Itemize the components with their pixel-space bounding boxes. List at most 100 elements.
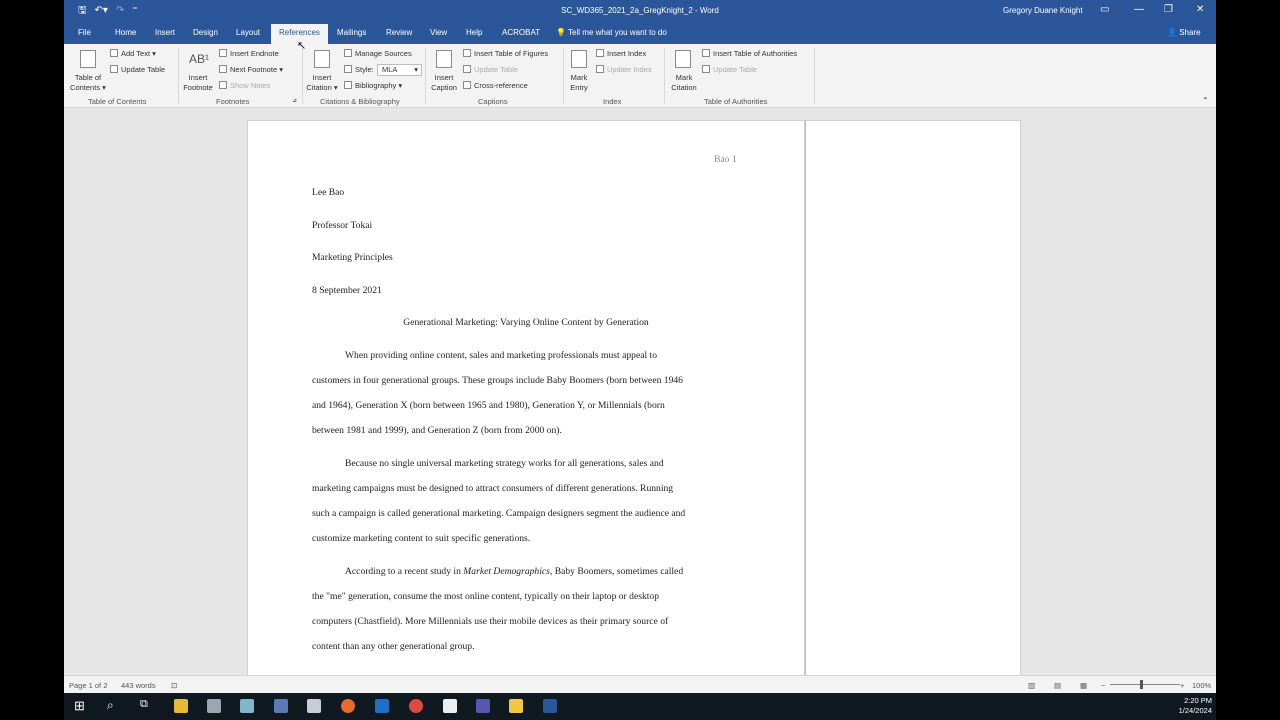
user-name[interactable]: Gregory Duane Knight: [1003, 6, 1083, 15]
search-icon[interactable]: ⌕: [107, 698, 114, 713]
insert-citation-button[interactable]: Insert Citation ▾: [304, 73, 340, 93]
screen: 🖫 ↶▾ ↷ ⁼ SC_WD365_2021_2a_GregKnight_2 -…: [0, 0, 1280, 720]
zoom-level[interactable]: 100%: [1192, 681, 1211, 690]
page-header: Bao 1: [714, 154, 737, 165]
app-icon[interactable]: [274, 699, 288, 713]
show-notes-button[interactable]: Show Notes: [219, 81, 270, 90]
insert-index-button[interactable]: Insert Index: [596, 49, 646, 58]
paragraph-line: such a campaign is called generational m…: [312, 508, 686, 519]
outlook-icon[interactable]: [375, 699, 389, 713]
table-of-authorities-icon: [702, 49, 710, 57]
update-table-button[interactable]: Update Table: [110, 65, 165, 74]
tell-me-box[interactable]: 💡 Tell me what you want to do: [556, 28, 667, 37]
minimize-icon[interactable]: —: [1134, 4, 1144, 15]
author-line: Lee Bao: [312, 187, 345, 198]
document-page[interactable]: Bao 1 Lee Bao Professor Tokai Marketing …: [247, 120, 805, 675]
group-separator: [178, 48, 179, 104]
word-count[interactable]: 443 words: [121, 681, 156, 690]
update-table-icon: [110, 65, 118, 73]
restore-icon[interactable]: ❐: [1164, 4, 1173, 15]
style-icon: [344, 65, 352, 73]
close-icon[interactable]: ✕: [1196, 4, 1204, 15]
zoom-in-icon[interactable]: +: [1180, 681, 1184, 690]
insert-table-of-figures-button[interactable]: Insert Table of Figures: [463, 49, 548, 58]
tab-view[interactable]: View: [430, 28, 447, 37]
paragraph-line: When providing online content, sales and…: [345, 350, 657, 361]
tab-file[interactable]: File: [78, 28, 91, 37]
file-explorer-icon[interactable]: [174, 699, 188, 713]
system-clock[interactable]: 2:20 PM 1/24/2024: [1179, 696, 1212, 716]
insert-caption-icon: [436, 50, 452, 68]
zoom-out-icon[interactable]: −: [1101, 681, 1105, 690]
tab-design[interactable]: Design: [193, 28, 218, 37]
tab-layout[interactable]: Layout: [236, 28, 260, 37]
chrome-icon[interactable]: [409, 699, 423, 713]
table-of-contents-button[interactable]: Table of Contents ▾: [68, 73, 108, 93]
app-icon[interactable]: [240, 699, 254, 713]
bibliography-icon: [344, 81, 352, 89]
sticky-notes-icon[interactable]: [509, 699, 523, 713]
update-index-button[interactable]: Update Index: [596, 65, 652, 74]
source-title-italic: Market Demographics: [463, 566, 550, 577]
app-icon[interactable]: [443, 699, 457, 713]
tab-help[interactable]: Help: [466, 28, 482, 37]
group-label-citations: Citations & Bibliography: [320, 97, 400, 106]
insert-citation-icon: [314, 50, 330, 68]
group-label-index: Index: [603, 97, 622, 106]
app-icon[interactable]: [307, 699, 321, 713]
taskbar: ⊞ ⌕ ⧉ 2:20 PM 1/24/2024: [64, 693, 1216, 720]
tab-review[interactable]: Review: [386, 28, 412, 37]
tab-acrobat[interactable]: ACROBAT: [502, 28, 540, 37]
paragraph-line: between 1981 and 1999), and Generation Z…: [312, 425, 562, 436]
bibliography-button[interactable]: Bibliography ▾: [344, 81, 402, 90]
manage-sources-icon: [344, 49, 352, 57]
update-table-authorities-button[interactable]: Update Table: [702, 65, 757, 74]
footnotes-launcher-icon[interactable]: ⊿: [292, 97, 297, 104]
update-icon: [702, 65, 710, 73]
tab-mailings[interactable]: Mailings: [337, 28, 366, 37]
task-view-icon[interactable]: ⧉: [140, 698, 148, 711]
table-of-figures-icon: [463, 49, 471, 57]
title-bar: 🖫 ↶▾ ↷ ⁼ SC_WD365_2021_2a_GregKnight_2 -…: [64, 0, 1216, 22]
ribbon-display-icon[interactable]: ▭: [1100, 4, 1109, 15]
word-icon[interactable]: [543, 699, 557, 713]
add-text-button[interactable]: Add Text ▾: [110, 49, 156, 58]
read-mode-icon[interactable]: ▥: [1028, 681, 1035, 690]
show-notes-icon: [219, 81, 227, 89]
tab-home[interactable]: Home: [115, 28, 136, 37]
insert-footnote-button[interactable]: Insert Footnote: [182, 73, 214, 93]
teams-icon[interactable]: [476, 699, 490, 713]
paragraph-line: customers in four generational groups. T…: [312, 375, 683, 386]
zoom-slider[interactable]: [1110, 684, 1180, 685]
share-button[interactable]: 👤 Share: [1167, 28, 1201, 37]
windows-start-icon[interactable]: ⊞: [74, 698, 85, 714]
cross-reference-button[interactable]: Cross-reference: [463, 81, 528, 90]
essay-title: Generational Marketing: Varying Online C…: [403, 317, 649, 328]
paragraph-line: customize marketing content to suit spec…: [312, 533, 531, 544]
app-icon[interactable]: [207, 699, 221, 713]
insert-caption-button[interactable]: Insert Caption: [426, 73, 462, 93]
next-footnote-button[interactable]: Next Footnote ▾: [219, 65, 283, 74]
tell-me-label: Tell me what you want to do: [568, 28, 667, 37]
update-table-figures-button[interactable]: Update Table: [463, 65, 518, 74]
group-separator: [814, 48, 815, 104]
web-layout-icon[interactable]: ▦: [1080, 681, 1087, 690]
mark-entry-button[interactable]: Mark Entry: [564, 73, 594, 93]
zoom-slider-thumb[interactable]: [1140, 680, 1143, 689]
document-area[interactable]: Bao 1 Lee Bao Professor Tokai Marketing …: [64, 109, 1216, 675]
insert-index-icon: [596, 49, 604, 57]
style-select[interactable]: MLA ▾: [377, 64, 422, 76]
firefox-icon[interactable]: [341, 699, 355, 713]
cross-reference-icon: [463, 81, 471, 89]
ribbon-tabs: File Home Insert Design Layout Reference…: [64, 22, 1216, 44]
print-layout-icon[interactable]: ▤: [1054, 681, 1061, 690]
page-count[interactable]: Page 1 of 2: [69, 681, 107, 690]
status-bar: Page 1 of 2 443 words ⊡ ▥ ▤ ▦ − + 100%: [64, 675, 1216, 693]
mark-citation-button[interactable]: Mark Citation: [668, 73, 700, 93]
insert-endnote-button[interactable]: Insert Endnote: [219, 49, 279, 58]
proofing-icon[interactable]: ⊡: [171, 681, 177, 690]
tab-insert[interactable]: Insert: [155, 28, 175, 37]
insert-table-of-authorities-button[interactable]: Insert Table of Authorities: [702, 49, 797, 58]
manage-sources-button[interactable]: Manage Sources: [344, 49, 412, 58]
collapse-ribbon-icon[interactable]: ⌃: [1202, 96, 1209, 105]
